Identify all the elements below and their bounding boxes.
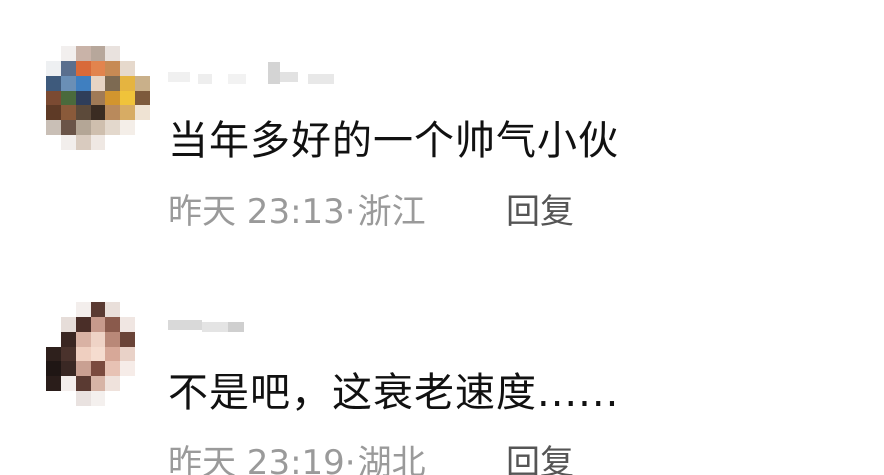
comment-text: 当年多好的一个帅气小伙: [168, 118, 619, 164]
comment-time: 昨天 23:13·: [168, 192, 356, 232]
comment-item: 当年多好的一个帅气小伙 昨天 23:13·浙江 回复: [0, 0, 884, 260]
comment-item: 不是吧，这衰老速度...... 昨天 23:19·湖北 回复: [0, 260, 884, 475]
username[interactable]: [168, 310, 248, 340]
reply-button[interactable]: 回复: [506, 435, 574, 475]
comment-location: 湖北: [357, 443, 426, 475]
comment-list: 当年多好的一个帅气小伙 昨天 23:13·浙江 回复 不是吧，这衰老速度....…: [0, 0, 884, 475]
comment-text: 不是吧，这衰老速度......: [168, 370, 620, 416]
comment-meta: 昨天 23:13·浙江: [168, 184, 426, 233]
comment-time: 昨天 23:19·: [168, 443, 356, 475]
username[interactable]: [168, 56, 338, 86]
reply-button[interactable]: 回复: [506, 184, 574, 233]
comment-meta: 昨天 23:19·湖北: [168, 435, 426, 475]
avatar[interactable]: [46, 46, 150, 150]
comment-location: 浙江: [357, 192, 426, 232]
avatar[interactable]: [46, 302, 150, 406]
